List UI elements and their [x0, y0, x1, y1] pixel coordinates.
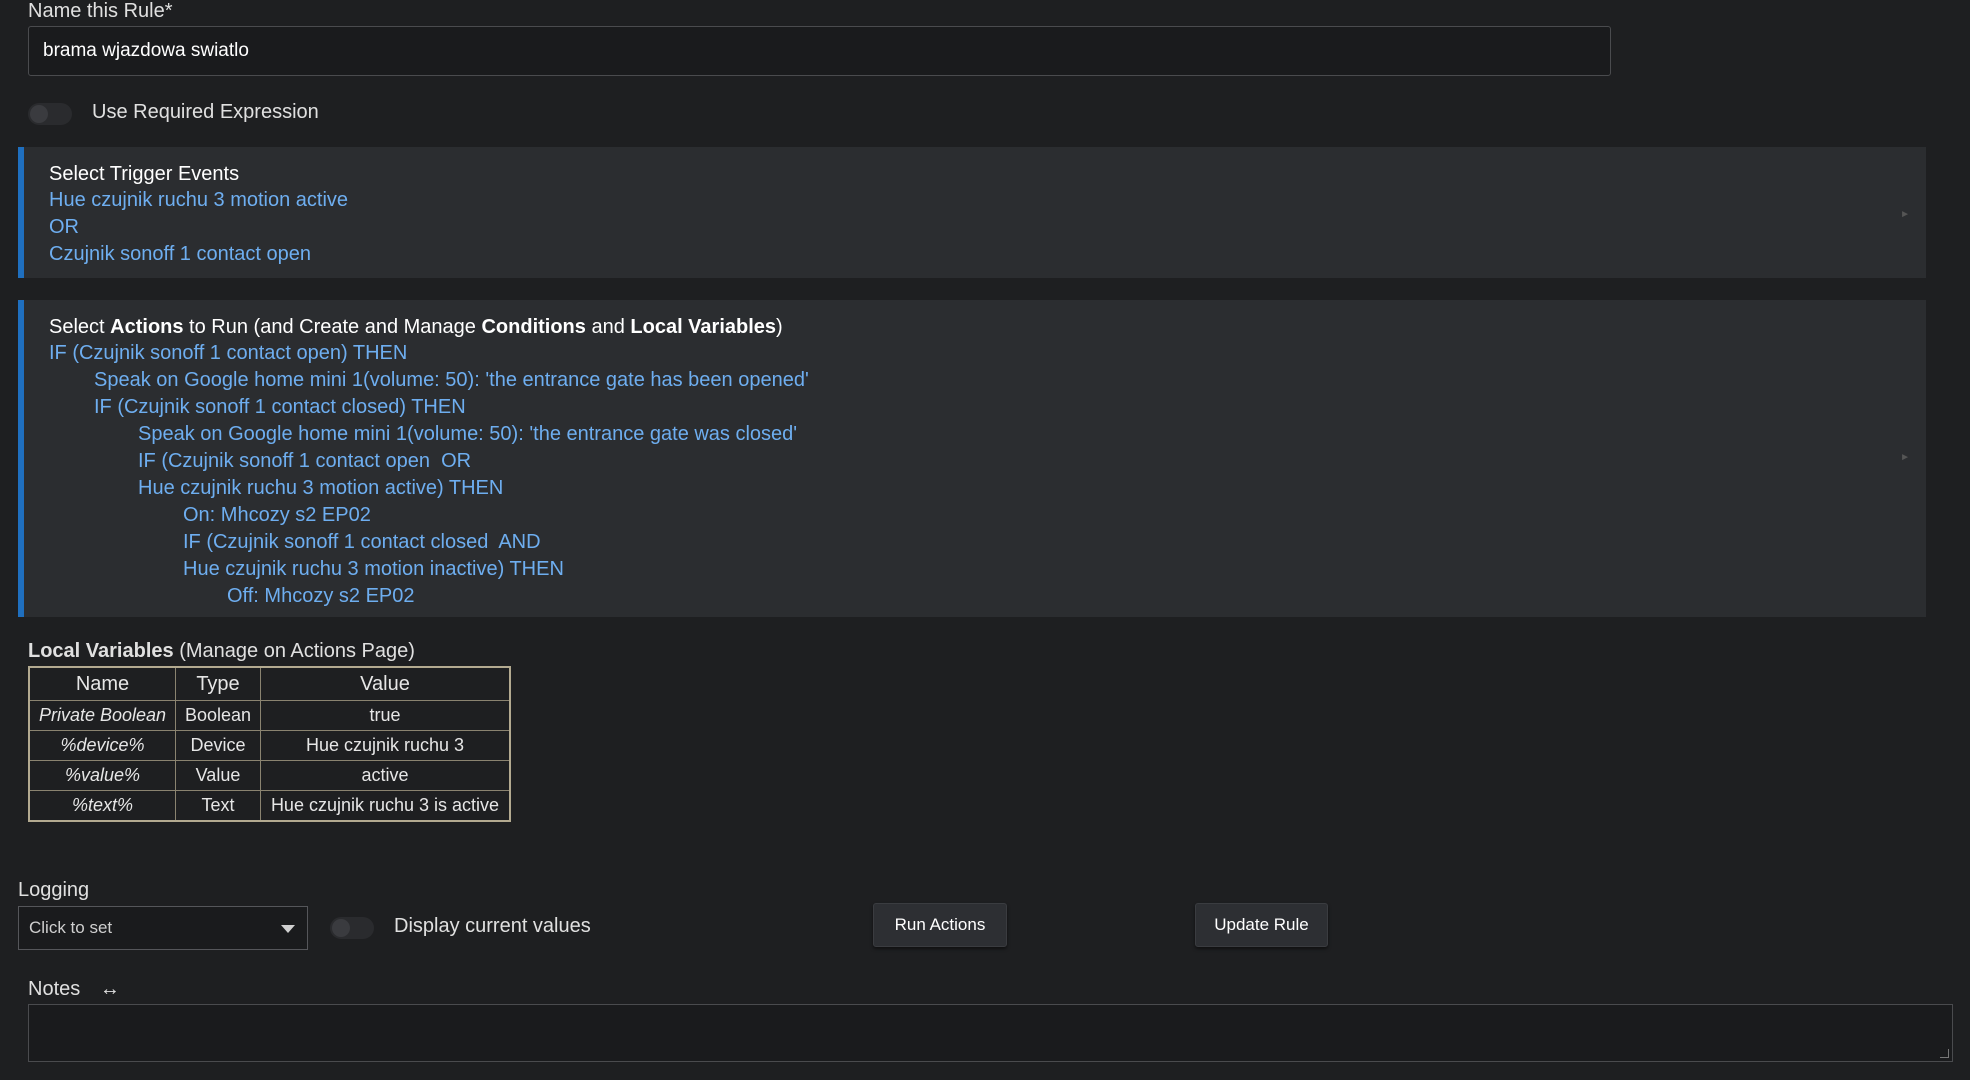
- trigger-line: OR: [49, 216, 79, 238]
- table-row: %text% Text Hue czujnik ruchu 3 is activ…: [28, 790, 511, 822]
- trigger-events-panel[interactable]: Select Trigger Events Hue czujnik ruchu …: [18, 147, 1926, 278]
- expand-arrow-icon: ►: [1900, 209, 1910, 220]
- action-line: IF (Czujnik sonoff 1 contact open OR: [138, 450, 472, 472]
- required-expression-label: Use Required Expression: [92, 101, 319, 123]
- action-line: Hue czujnik ruchu 3 motion active) THEN: [138, 477, 504, 499]
- col-header-value: Value: [260, 666, 511, 701]
- rule-name-input[interactable]: brama wjazdowa swiatlo: [28, 26, 1611, 76]
- var-name: Private Boolean: [28, 700, 176, 731]
- expand-horizontal-icon[interactable]: ↔: [100, 978, 120, 1000]
- var-name: %value%: [28, 760, 176, 791]
- display-values-toggle[interactable]: [330, 917, 374, 939]
- table-row: %device% Device Hue czujnik ruchu 3: [28, 730, 511, 761]
- var-type: Value: [175, 760, 261, 791]
- local-variables-table-wrap: Name Type Value Private Boolean Boolean …: [28, 666, 511, 822]
- display-values-label: Display current values: [394, 915, 591, 937]
- trigger-events-heading: Select Trigger Events: [49, 163, 240, 185]
- var-name: %text%: [28, 790, 176, 822]
- logging-selected-value: Click to set: [29, 918, 113, 937]
- local-variables-table: Name Type Value Private Boolean Boolean …: [28, 666, 511, 822]
- table-row: Private Boolean Boolean true: [28, 700, 511, 731]
- actions-heading: Select Actions to Run (and Create and Ma…: [49, 316, 783, 338]
- col-header-type: Type: [175, 666, 261, 701]
- var-value: active: [260, 760, 511, 791]
- resize-handle-icon[interactable]: [1940, 1049, 1949, 1058]
- local-variables-title: Local Variables (Manage on Actions Page): [28, 640, 415, 662]
- action-line: IF (Czujnik sonoff 1 contact open) THEN: [49, 342, 408, 364]
- notes-textarea[interactable]: [28, 1004, 1953, 1062]
- action-line: Off: Mhcozy s2 EP02: [227, 585, 415, 607]
- action-line: IF (Czujnik sonoff 1 contact closed AND: [183, 531, 541, 553]
- table-row: %value% Value active: [28, 760, 511, 791]
- logging-label: Logging: [18, 879, 90, 901]
- action-line: On: Mhcozy s2 EP02: [183, 504, 371, 526]
- actions-panel[interactable]: Select Actions to Run (and Create and Ma…: [18, 300, 1926, 617]
- var-type: Device: [175, 730, 261, 761]
- required-expression-toggle[interactable]: [28, 103, 72, 125]
- var-value: true: [260, 700, 511, 731]
- logging-select[interactable]: Click to set: [18, 906, 308, 950]
- notes-label: Notes ↔: [28, 978, 120, 1000]
- var-type: Text: [175, 790, 261, 822]
- update-rule-button[interactable]: Update Rule: [1195, 903, 1328, 947]
- var-name: %device%: [28, 730, 176, 761]
- action-line: IF (Czujnik sonoff 1 contact closed) THE…: [94, 396, 466, 418]
- col-header-name: Name: [28, 666, 176, 701]
- rule-name-label: Name this Rule*: [28, 0, 173, 22]
- action-line: Hue czujnik ruchu 3 motion inactive) THE…: [183, 558, 564, 580]
- var-type: Boolean: [175, 700, 261, 731]
- var-value: Hue czujnik ruchu 3: [260, 730, 511, 761]
- expand-arrow-icon: ►: [1900, 452, 1910, 463]
- action-line: Speak on Google home mini 1(volume: 50):…: [138, 423, 798, 445]
- action-line: Speak on Google home mini 1(volume: 50):…: [94, 369, 809, 391]
- chevron-down-icon: [281, 925, 295, 933]
- trigger-line: Hue czujnik ruchu 3 motion active: [49, 189, 349, 211]
- var-value: Hue czujnik ruchu 3 is active: [260, 790, 511, 822]
- run-actions-button[interactable]: Run Actions: [873, 903, 1007, 947]
- trigger-line: Czujnik sonoff 1 contact open: [49, 243, 312, 265]
